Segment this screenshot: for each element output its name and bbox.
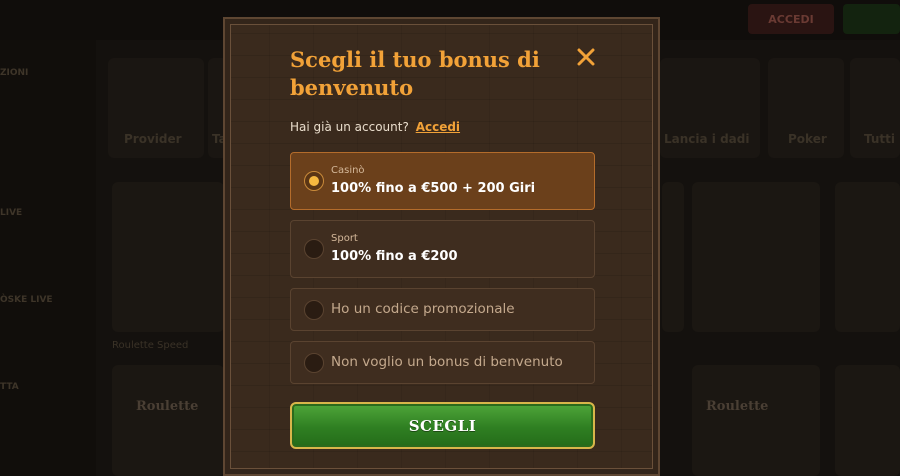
background-game-card [835, 365, 900, 476]
background-game-card [112, 182, 224, 332]
background-game-card: Roulette [112, 365, 224, 476]
bonus-option-no-bonus[interactable]: Non voglio un bonus di benvenuto [290, 341, 595, 384]
background-game-title: Roulette [136, 399, 199, 414]
background-game-title: Roulette [706, 399, 769, 414]
background-category-tile: Lancia i dadi [660, 58, 760, 158]
background-game-card [662, 182, 684, 332]
choose-button[interactable]: SCEGLI [290, 402, 595, 449]
modal-title: Scegli il tuo bonus di benvenuto [290, 47, 540, 100]
choose-button-label: SCEGLI [408, 416, 477, 435]
welcome-bonus-modal: Scegli il tuo bonus di benvenuto Hai già… [223, 17, 660, 476]
background-game-label: Roulette Speed [112, 340, 189, 351]
background-sidebar-item: ÒSKE LIVE [0, 295, 53, 305]
option-label: Non voglio un bonus di benvenuto [331, 354, 563, 370]
background-category-label: Tutti [864, 132, 895, 146]
bonus-option-promo-code[interactable]: Ho un codice promozionale [290, 288, 595, 331]
option-label: 100% fino a €500 + 200 Giri [331, 181, 536, 196]
background-game-card [835, 182, 900, 332]
option-label: 100% fino a €200 [331, 249, 458, 264]
option-category: Casinò [331, 165, 365, 176]
background-category-label: Poker [788, 132, 827, 146]
option-label: Ho un codice promozionale [331, 301, 515, 317]
bonus-option-casino[interactable]: Casinò 100% fino a €500 + 200 Giri [290, 152, 595, 210]
background-sidebar: ZIONI LIVE ÒSKE LIVE TTA [0, 40, 96, 476]
login-prompt-text: Hai già un account? [290, 120, 409, 134]
bonus-option-sport[interactable]: Sport 100% fino a €200 [290, 220, 595, 278]
background-category-label: Lancia i dadi [664, 132, 750, 146]
option-category: Sport [331, 233, 358, 244]
radio-dot [309, 176, 319, 186]
background-game-card: Roulette [692, 365, 820, 476]
background-category-tile: Provider [108, 58, 204, 158]
background-login-button: ACCEDI [748, 4, 834, 34]
radio-button[interactable] [304, 300, 324, 320]
close-icon [577, 48, 595, 66]
background-sidebar-item: ZIONI [0, 68, 29, 78]
background-category-label: Provider [124, 132, 182, 146]
login-prompt-row: Hai già un account? Accedi [290, 120, 460, 134]
radio-button-selected[interactable] [304, 171, 324, 191]
background-game-card [692, 182, 820, 332]
close-button[interactable] [574, 45, 598, 69]
radio-button[interactable] [304, 353, 324, 373]
background-sidebar-item: TTA [0, 382, 19, 392]
background-sidebar-item: LIVE [0, 208, 23, 218]
background-register-button [843, 4, 900, 34]
background-category-tile: Tutti [850, 58, 900, 158]
login-link[interactable]: Accedi [416, 120, 460, 134]
background-category-tile: Poker [768, 58, 844, 158]
radio-button[interactable] [304, 239, 324, 259]
